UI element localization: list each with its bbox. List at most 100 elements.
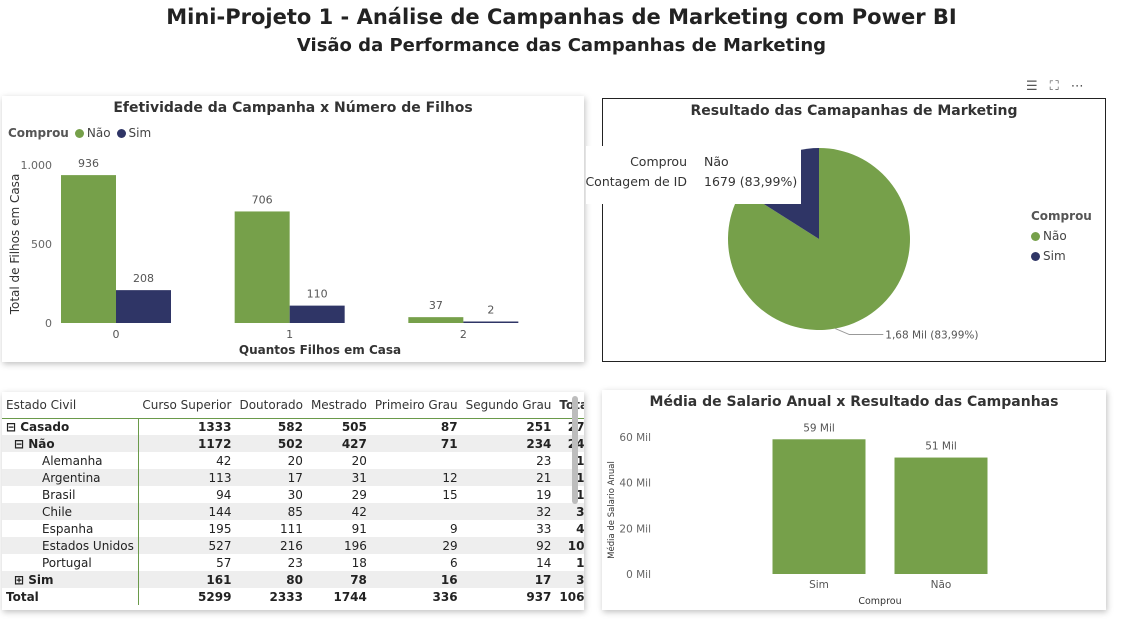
y-tick-label: 20 Mil <box>619 523 651 535</box>
column-header[interactable]: Estado Civil <box>2 392 138 418</box>
table-cell: 21 <box>461 469 556 486</box>
x-tick-label: Sim <box>809 579 829 591</box>
row-label-text: Total <box>6 589 39 604</box>
bar-Sim-0 <box>116 290 171 323</box>
table-row[interactable]: Estados Unidos 52721619629921060 <box>2 537 584 554</box>
pie-legend-label-nao: Não <box>1043 229 1067 243</box>
table-row[interactable]: ⊟ Não1172502427712342406 <box>2 435 584 452</box>
table-cell: 78 <box>306 571 371 588</box>
table-cell: 2406 <box>555 435 584 452</box>
salary-bar-chart-visual[interactable]: Média de Salario Anual x Resultado das C… <box>602 390 1106 610</box>
tooltip-key-comprou: Comprou <box>630 154 687 169</box>
tooltip-value-comprou: Não <box>704 154 729 169</box>
x-tick-label: Não <box>931 579 952 591</box>
salary-bar-chart[interactable]: 0 Mil20 Mil40 Mil60 MilMédia de Salario … <box>602 390 1106 610</box>
column-header[interactable]: Segundo Grau <box>462 392 556 418</box>
table-cell: 57 <box>216 555 232 570</box>
y-tick-label: 500 <box>31 238 52 251</box>
column-header[interactable]: Doutorado <box>235 392 306 418</box>
table-row[interactable]: Total 5299 2333 1744 336 937 10649 <box>2 588 584 605</box>
table-cell: 2333 <box>269 589 303 604</box>
column-header[interactable]: Mestrado <box>307 392 371 418</box>
table-cell: 118 <box>576 555 584 570</box>
table-cell: 195 <box>208 521 232 536</box>
row-label: ⊞ Sim <box>2 571 139 588</box>
y-tick-label: 40 Mil <box>619 478 651 490</box>
pie-legend-item-nao[interactable]: Não <box>1031 229 1067 243</box>
focus-mode-icon[interactable]: ⛶ <box>1050 79 1059 97</box>
expand-collapse-icon[interactable]: ⊟ <box>6 420 20 434</box>
marital-status-matrix[interactable]: Estado Civil Curso Superior Doutorado Mestr… <box>2 392 584 610</box>
table-row[interactable]: Chile 1448542 32303 <box>2 503 584 520</box>
table-cell: 18 <box>351 555 367 570</box>
table-cell: 80 <box>235 571 307 588</box>
column-header[interactable]: Total <box>555 392 584 418</box>
page-title: Mini-Projeto 1 - Análise de Campanhas de… <box>166 5 957 29</box>
x-tick-label: 0 <box>113 328 120 341</box>
pie-legend-title: Comprou <box>1031 209 1092 223</box>
row-label: Brasil <box>2 486 139 503</box>
table-row[interactable]: Espanha 195 111 91 9 33 439 <box>2 520 584 537</box>
pie-tooltip: Comprou Não Contagem de ID 1679 (83,99%) <box>585 146 801 204</box>
table-cell: 352 <box>555 571 584 588</box>
table-cell: 71 <box>370 435 462 452</box>
y-axis-label: Total de Filhos em Casa <box>8 174 22 316</box>
bar-Não <box>894 457 988 574</box>
table-cell: 582 <box>277 419 303 434</box>
bar-value-label: 110 <box>307 288 328 301</box>
x-tick-label: 1 <box>286 328 293 341</box>
table-cell: 439 <box>576 521 584 536</box>
table-cell: 29 <box>370 537 462 554</box>
table-cell: 5299 <box>198 589 232 604</box>
pie-data-label: 1,68 Mil (83,99%) <box>885 330 978 342</box>
matrix-header-row: Estado Civil Curso Superior Doutorado Mestr… <box>2 392 584 418</box>
table-cell: 1744 <box>333 589 367 604</box>
bar-Sim <box>772 439 866 574</box>
table-row[interactable]: Alemanha 42 20 20 23 105 <box>2 452 584 469</box>
children-bar-chart-visual[interactable]: Efetividade da Campanha x Número de Filh… <box>2 96 584 362</box>
row-label-text: Espanha <box>42 521 94 536</box>
bar-value-label: 2 <box>487 304 494 317</box>
expand-collapse-icon[interactable]: ⊞ <box>14 573 28 587</box>
bar-value-label: 936 <box>78 157 99 170</box>
children-bar-chart[interactable]: 0 500 1.000 Total de Filhos em Casa 936 208 0 7… <box>2 96 584 362</box>
bar-Não-0 <box>61 175 116 323</box>
table-cell: 85 <box>235 503 307 520</box>
table-cell: 20 <box>287 453 303 468</box>
matrix-scrollbar[interactable] <box>572 396 578 504</box>
expand-collapse-icon[interactable]: ⊟ <box>14 437 28 451</box>
table-cell: 502 <box>235 435 307 452</box>
table-cell: 30 <box>287 487 303 502</box>
table-cell: 2758 <box>555 418 584 435</box>
pie-legend-item-sim[interactable]: Sim <box>1031 249 1066 263</box>
pie-legend-dot-nao <box>1031 232 1040 241</box>
x-tick-label: 2 <box>460 328 467 341</box>
tooltip-value-contagem: 1679 (83,99%) <box>704 174 798 189</box>
bar-value-label: 37 <box>429 299 443 312</box>
table-cell: 87 <box>440 419 458 434</box>
table-cell: 9 <box>449 521 458 536</box>
row-label: Portugal <box>2 554 139 571</box>
table-row[interactable]: ⊞ Sim16180781617352 <box>2 571 584 588</box>
bar-Sim-1 <box>289 305 345 323</box>
row-label-text: Argentina <box>42 470 101 485</box>
column-header[interactable]: Primeiro Grau <box>371 392 462 418</box>
table-cell: 194 <box>555 469 584 486</box>
column-header[interactable]: Curso Superior <box>138 392 235 418</box>
filter-icon[interactable]: ☰ <box>1026 79 1038 97</box>
row-label: Estados Unidos <box>2 537 139 554</box>
table-cell: 33 <box>536 521 552 536</box>
table-row[interactable]: Argentina 11317311221194 <box>2 469 584 486</box>
more-options-icon[interactable]: ⋯ <box>1071 79 1084 97</box>
bar-value-label: 706 <box>252 193 273 206</box>
row-label: ⊟ Casado <box>2 418 139 435</box>
table-row[interactable]: Brasil 94 30 29 15 19 187 <box>2 486 584 503</box>
row-label-text: Alemanha <box>42 453 103 468</box>
pie-legend-label-sim: Sim <box>1043 249 1066 263</box>
y-axis-label: Média de Salario Anual <box>606 461 617 559</box>
table-cell: 144 <box>138 503 236 520</box>
table-row[interactable]: Portugal 57 23 18 6 14 118 <box>2 554 584 571</box>
table-row[interactable]: ⊟ Casado 1333 582 505 87 2512758 <box>2 418 584 435</box>
campaign-pie-chart-visual[interactable]: Resultado das Camapanhas de Marketing 1,… <box>602 98 1106 362</box>
bar-Não-1 <box>234 211 290 323</box>
